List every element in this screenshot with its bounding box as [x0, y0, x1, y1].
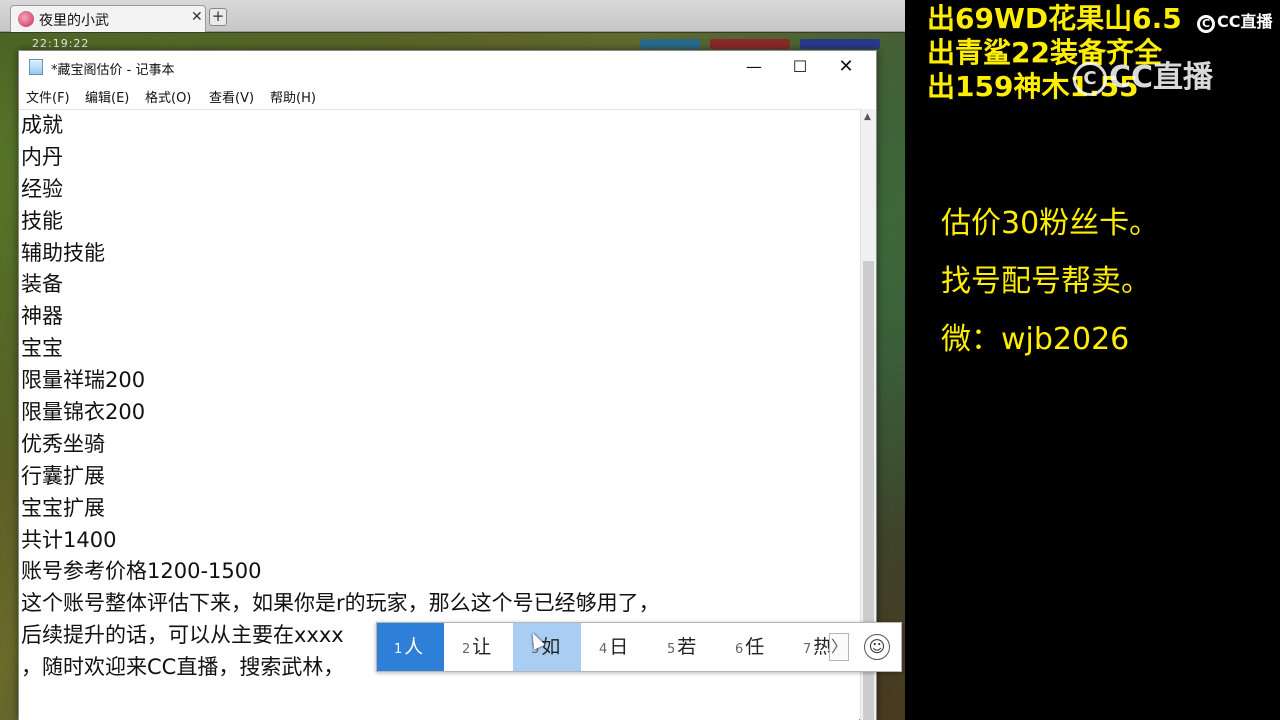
- close-button[interactable]: ✕: [823, 51, 869, 83]
- menu-view[interactable]: 查看(V): [209, 87, 254, 106]
- app-icon: [18, 11, 34, 27]
- cc-live-watermark: C CC直播: [1073, 52, 1213, 96]
- screen: 夜里的小武 ✕ + 22:19:22 *藏宝阁估价 - 记事本 — ☐ ✕ 文件…: [0, 0, 1280, 720]
- game-hud-bar: [710, 39, 790, 49]
- chevron-right-icon[interactable]: 〉: [829, 633, 849, 661]
- tab-title: 夜里的小武: [39, 13, 109, 29]
- info-line: 微：wjb2026: [941, 322, 1130, 357]
- text-line: 宝宝: [21, 336, 63, 361]
- notepad-window[interactable]: *藏宝阁估价 - 记事本 — ☐ ✕ 文件(F) 编辑(E) 格式(O) 查看(…: [18, 50, 877, 720]
- new-tab-button[interactable]: +: [209, 8, 227, 26]
- candidate-number: 2: [462, 642, 471, 657]
- text-line: 限量锦衣200: [21, 400, 146, 425]
- cc-live-logo: C CC直播: [1197, 8, 1273, 33]
- game-window: 夜里的小武 ✕ + 22:19:22 *藏宝阁估价 - 记事本 — ☐ ✕ 文件…: [0, 0, 905, 720]
- candidate-text: 任: [745, 636, 765, 658]
- text-line-with-caret: 这个账号整体评估下来，如果你是r的玩家，那么这个号已经够用了，: [21, 591, 660, 616]
- ime-candidate[interactable]: 7热: [803, 623, 832, 671]
- ime-candidate[interactable]: 1人: [377, 623, 444, 671]
- text-line: 装备: [21, 272, 63, 297]
- tab-close-icon[interactable]: ✕: [191, 9, 203, 25]
- cc-logo-icon: C: [1073, 61, 1107, 96]
- ime-candidate[interactable]: 2让: [462, 623, 491, 671]
- window-title: *藏宝阁估价 - 记事本: [51, 63, 175, 78]
- service-info: 估价30粉丝卡。 找号配号帮卖。 微：wjb2026: [941, 195, 1159, 369]
- candidate-text: 日: [609, 636, 629, 658]
- text-line: 技能: [21, 208, 63, 233]
- minimize-button[interactable]: —: [731, 51, 777, 83]
- game-hud-bar: [640, 39, 700, 49]
- text-line: 内丹: [21, 144, 63, 169]
- smiley-icon[interactable]: ☺: [864, 634, 890, 660]
- text-line: 限量祥瑞200: [21, 368, 146, 393]
- text-lines: 成就 内丹 经验 技能 辅助技能 装备 神器 宝宝 限量祥瑞200 限量锦衣20…: [21, 110, 856, 684]
- candidate-number: 1: [394, 642, 403, 657]
- browser-tab[interactable]: 夜里的小武 ✕: [10, 5, 206, 32]
- scroll-up-icon[interactable]: ▲: [864, 112, 871, 122]
- text-line: 账号参考价格1200-1500: [21, 559, 262, 584]
- text-line: 经验: [21, 176, 63, 201]
- info-line: 估价30粉丝卡。: [941, 206, 1160, 241]
- ime-candidate[interactable]: 4日: [599, 623, 628, 671]
- browser-tab-bar: 夜里的小武 ✕ +: [0, 0, 905, 32]
- game-clock: 22:19:22: [32, 37, 90, 50]
- menu-edit[interactable]: 编辑(E): [85, 87, 129, 106]
- logo-text: CC直播: [1109, 60, 1214, 95]
- candidate-text: 若: [677, 636, 697, 658]
- text-line: 优秀坐骑: [21, 431, 105, 456]
- text-line: 成就: [21, 113, 63, 137]
- text-line: 辅助技能: [21, 240, 105, 265]
- candidate-text: 让: [472, 636, 492, 658]
- text-line: 行囊扩展: [21, 463, 105, 488]
- menu-bar: 文件(F) 编辑(E) 格式(O) 查看(V) 帮助(H): [19, 83, 876, 108]
- cc-logo-icon: C: [1197, 15, 1215, 33]
- sale-line: 出69WD花果山6.5: [927, 2, 1182, 35]
- menu-help[interactable]: 帮助(H): [270, 87, 316, 106]
- candidate-number: 4: [599, 642, 608, 657]
- logo-text: CC直播: [1217, 12, 1273, 31]
- candidate-number: 5: [667, 642, 676, 657]
- candidate-number: 7: [803, 642, 812, 657]
- candidate-text: 人: [404, 636, 424, 658]
- ime-candidate-hovered[interactable]: 3如: [513, 623, 581, 671]
- ime-candidate-bar: 1人 2让 3如 4日 5若 6任 7热 〉 ☺: [376, 622, 902, 672]
- text-line: 共计1400: [21, 527, 117, 552]
- candidate-number: 6: [735, 642, 744, 657]
- game-hud-bar: [800, 39, 880, 49]
- text-line: 宝宝扩展: [21, 495, 105, 520]
- notepad-title-bar[interactable]: *藏宝阁估价 - 记事本 — ☐ ✕: [19, 51, 876, 83]
- notepad-icon: [29, 59, 43, 75]
- text-line: 神器: [21, 304, 63, 329]
- stream-overlay: 出69WD花果山6.5 出青鲨22装备齐全 出159神木1.55 C CC直播 C…: [905, 0, 1280, 720]
- menu-format[interactable]: 格式(O): [145, 87, 191, 106]
- info-line: 找号配号帮卖。: [941, 264, 1151, 299]
- candidate-text: 如: [541, 636, 561, 658]
- menu-file[interactable]: 文件(F): [26, 87, 70, 106]
- ime-candidate[interactable]: 5若: [667, 623, 696, 671]
- maximize-button[interactable]: ☐: [777, 51, 823, 83]
- ime-candidate[interactable]: 6任: [735, 623, 764, 671]
